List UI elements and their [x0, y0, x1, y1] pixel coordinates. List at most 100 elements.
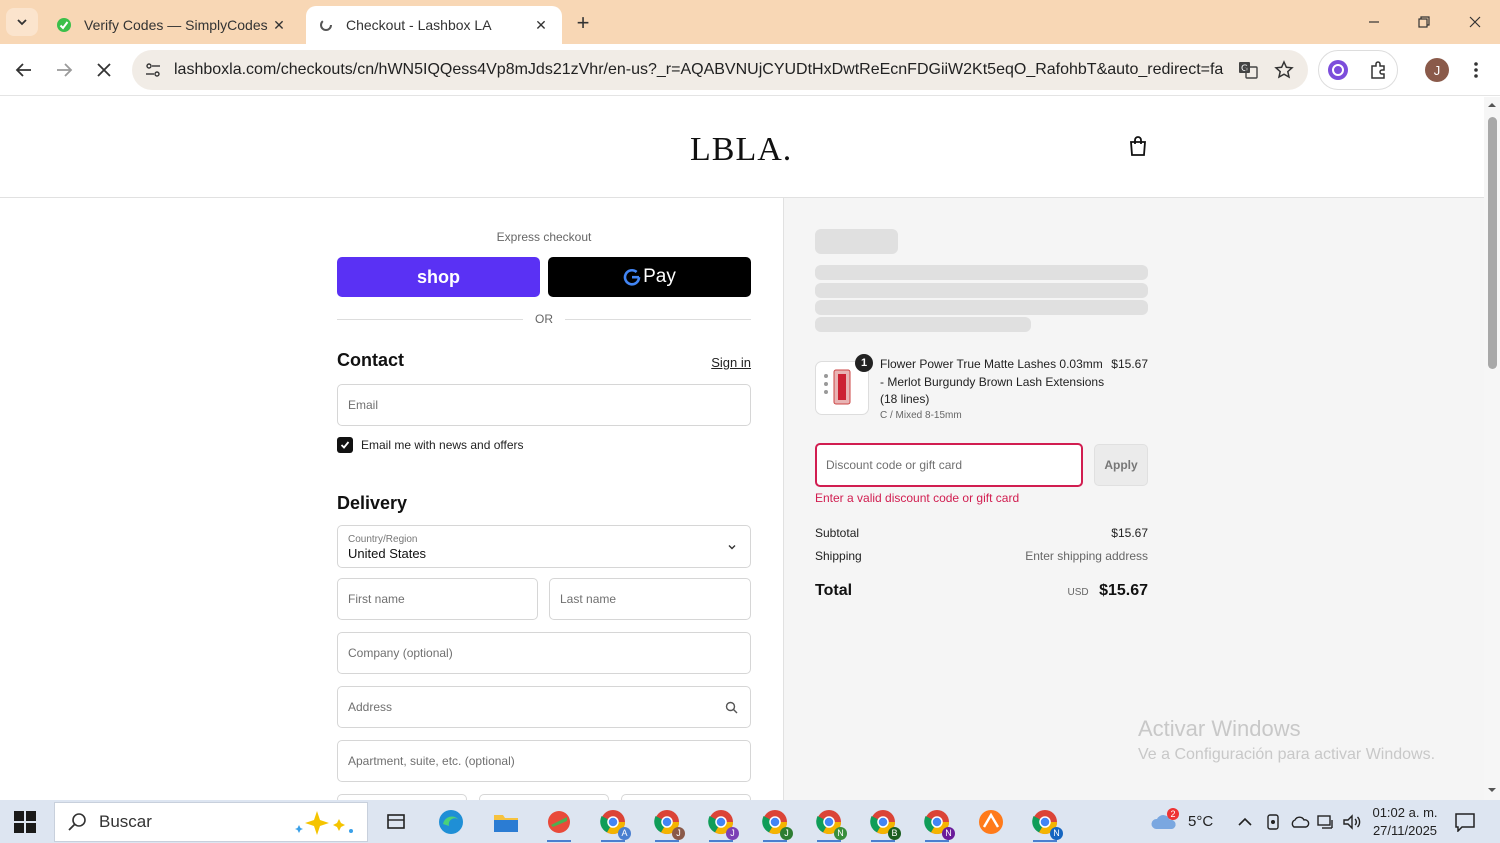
profile-letter: N	[1050, 827, 1063, 840]
apartment-field[interactable]: Apartment, suite, etc. (optional)	[337, 740, 751, 782]
loading-skeleton	[815, 229, 898, 254]
tab-title: Checkout - Lashbox LA	[346, 17, 492, 33]
minimize-icon	[1369, 21, 1379, 23]
subtotal-row: Subtotal $15.67	[815, 526, 1148, 540]
address-field[interactable]: Address	[337, 686, 751, 728]
task-view-icon[interactable]	[380, 806, 412, 838]
bookmark-star-icon[interactable]	[1272, 58, 1296, 82]
profile-letter: B	[888, 827, 901, 840]
shipping-value: Enter shipping address	[1025, 549, 1148, 563]
profile-letter: J	[780, 827, 793, 840]
running-indicator	[709, 840, 733, 842]
restore-icon	[1418, 16, 1430, 28]
chrome-profile-icon[interactable]: N	[921, 806, 955, 842]
search-icon	[725, 701, 738, 714]
news-offers-option[interactable]: Email me with news and offers	[337, 437, 524, 453]
chrome-profile-icon[interactable]: A	[597, 806, 631, 842]
edge-browser-icon[interactable]	[435, 806, 467, 838]
total-currency: USD	[1067, 587, 1089, 598]
chrome-profile-icon[interactable]: J	[705, 806, 739, 842]
close-icon	[97, 63, 111, 77]
close-icon[interactable]: ✕	[532, 16, 550, 34]
tab-verify-codes[interactable]: Verify Codes — SimplyCodes ✕	[44, 6, 300, 44]
notifications-icon[interactable]	[1454, 800, 1476, 843]
stop-loading-button[interactable]	[90, 56, 118, 84]
watermark-title: Activar Windows	[1138, 716, 1301, 741]
new-tab-button[interactable]: +	[570, 10, 596, 36]
tab-title: Verify Codes — SimplyCodes	[84, 17, 268, 33]
news-offers-checkbox[interactable]	[337, 437, 353, 453]
page-scrollbar[interactable]	[1484, 97, 1500, 800]
browser-toolbar: lashboxla.com/checkouts/cn/hWN5IQQess4Vp…	[0, 44, 1500, 96]
running-indicator	[763, 840, 787, 842]
country-select[interactable]: Country/Region United States	[337, 525, 751, 568]
tab-checkout[interactable]: Checkout - Lashbox LA ✕	[306, 6, 562, 44]
google-pay-button[interactable]: Pay	[548, 257, 751, 297]
chrome-profile-icon[interactable]: N	[813, 806, 847, 842]
forward-button[interactable]	[50, 56, 78, 84]
chrome-profile-icon[interactable]: J	[759, 806, 793, 842]
shopping-bag-icon[interactable]	[1128, 135, 1148, 157]
weather-widget[interactable]: 2 5°C	[1150, 800, 1213, 843]
site-settings-icon[interactable]	[142, 59, 164, 81]
translate-icon[interactable]: G	[1236, 58, 1260, 82]
app-icon[interactable]	[543, 806, 575, 842]
chevron-down-icon	[17, 19, 27, 26]
sign-in-link[interactable]: Sign in	[700, 355, 751, 370]
puzzle-extensions-icon[interactable]	[1366, 58, 1390, 82]
discount-code-input[interactable]: Discount code or gift card	[815, 443, 1083, 487]
scroll-down-arrow-icon[interactable]	[1487, 785, 1497, 795]
shop-pay-button[interactable]: shop	[337, 257, 540, 297]
company-field[interactable]: Company (optional)	[337, 632, 751, 674]
running-indicator	[817, 840, 841, 842]
menu-dots-icon[interactable]	[1464, 58, 1488, 82]
contact-heading: Contact	[337, 350, 404, 370]
email-field[interactable]: Email	[337, 384, 751, 426]
chrome-profile-icon[interactable]: J	[651, 806, 685, 842]
minimize-button[interactable]	[1354, 8, 1394, 36]
vpn-app-icon[interactable]	[975, 806, 1007, 838]
weather-badge: 2	[1167, 808, 1179, 820]
loading-skeleton	[815, 283, 1148, 298]
watermark-subtitle: Ve a Configuración para activar Windows.	[1138, 746, 1436, 763]
chrome-profile-icon[interactable]: N	[1029, 806, 1063, 842]
search-icon	[68, 813, 86, 831]
restore-button[interactable]	[1404, 8, 1444, 36]
chrome-profile-icon[interactable]: B	[867, 806, 901, 842]
first-name-field[interactable]: First name	[337, 578, 538, 620]
address-bar[interactable]: lashboxla.com/checkouts/cn/hWN5IQQess4Vp…	[132, 50, 1308, 90]
windows-start-icon[interactable]	[14, 811, 38, 833]
or-divider: OR	[337, 311, 751, 327]
chevron-up-icon	[1238, 817, 1252, 826]
store-logo[interactable]: LBLA.	[690, 131, 792, 169]
taskbar-search-box[interactable]: Buscar	[54, 802, 368, 842]
news-offers-label: Email me with news and offers	[361, 438, 524, 452]
back-button[interactable]	[10, 56, 38, 84]
volume-icon[interactable]	[1342, 800, 1362, 843]
onedrive-icon[interactable]	[1290, 800, 1310, 843]
apply-discount-button[interactable]: Apply	[1094, 444, 1148, 486]
tab-search-button[interactable]	[6, 8, 38, 36]
loading-skeleton	[815, 317, 1031, 332]
address-placeholder: Address	[348, 700, 393, 714]
total-value: $15.67	[1099, 582, 1148, 599]
profile-avatar[interactable]: J	[1425, 58, 1449, 82]
show-hidden-icons[interactable]	[1237, 800, 1253, 843]
meet-now-icon[interactable]	[1265, 800, 1281, 843]
scrollbar-thumb[interactable]	[1488, 117, 1497, 369]
close-window-button[interactable]	[1455, 8, 1495, 36]
running-indicator	[601, 840, 625, 842]
product-variant: C / Mixed 8-15mm	[880, 410, 962, 421]
scroll-up-arrow-icon[interactable]	[1487, 100, 1497, 110]
clock-date: 27/11/2025	[1372, 823, 1438, 838]
sparkle-icon	[295, 811, 353, 835]
google-pay-label: Pay	[643, 266, 676, 287]
close-icon[interactable]: ✕	[270, 16, 288, 34]
file-explorer-icon[interactable]	[490, 806, 522, 838]
system-clock[interactable]: 01:02 a. m. 27/11/2025	[1370, 804, 1440, 840]
copilot-icon[interactable]	[1326, 58, 1350, 82]
last-name-field[interactable]: Last name	[549, 578, 751, 620]
network-icon[interactable]	[1316, 800, 1336, 843]
delivery-heading: Delivery	[337, 493, 408, 513]
running-indicator	[655, 840, 679, 842]
